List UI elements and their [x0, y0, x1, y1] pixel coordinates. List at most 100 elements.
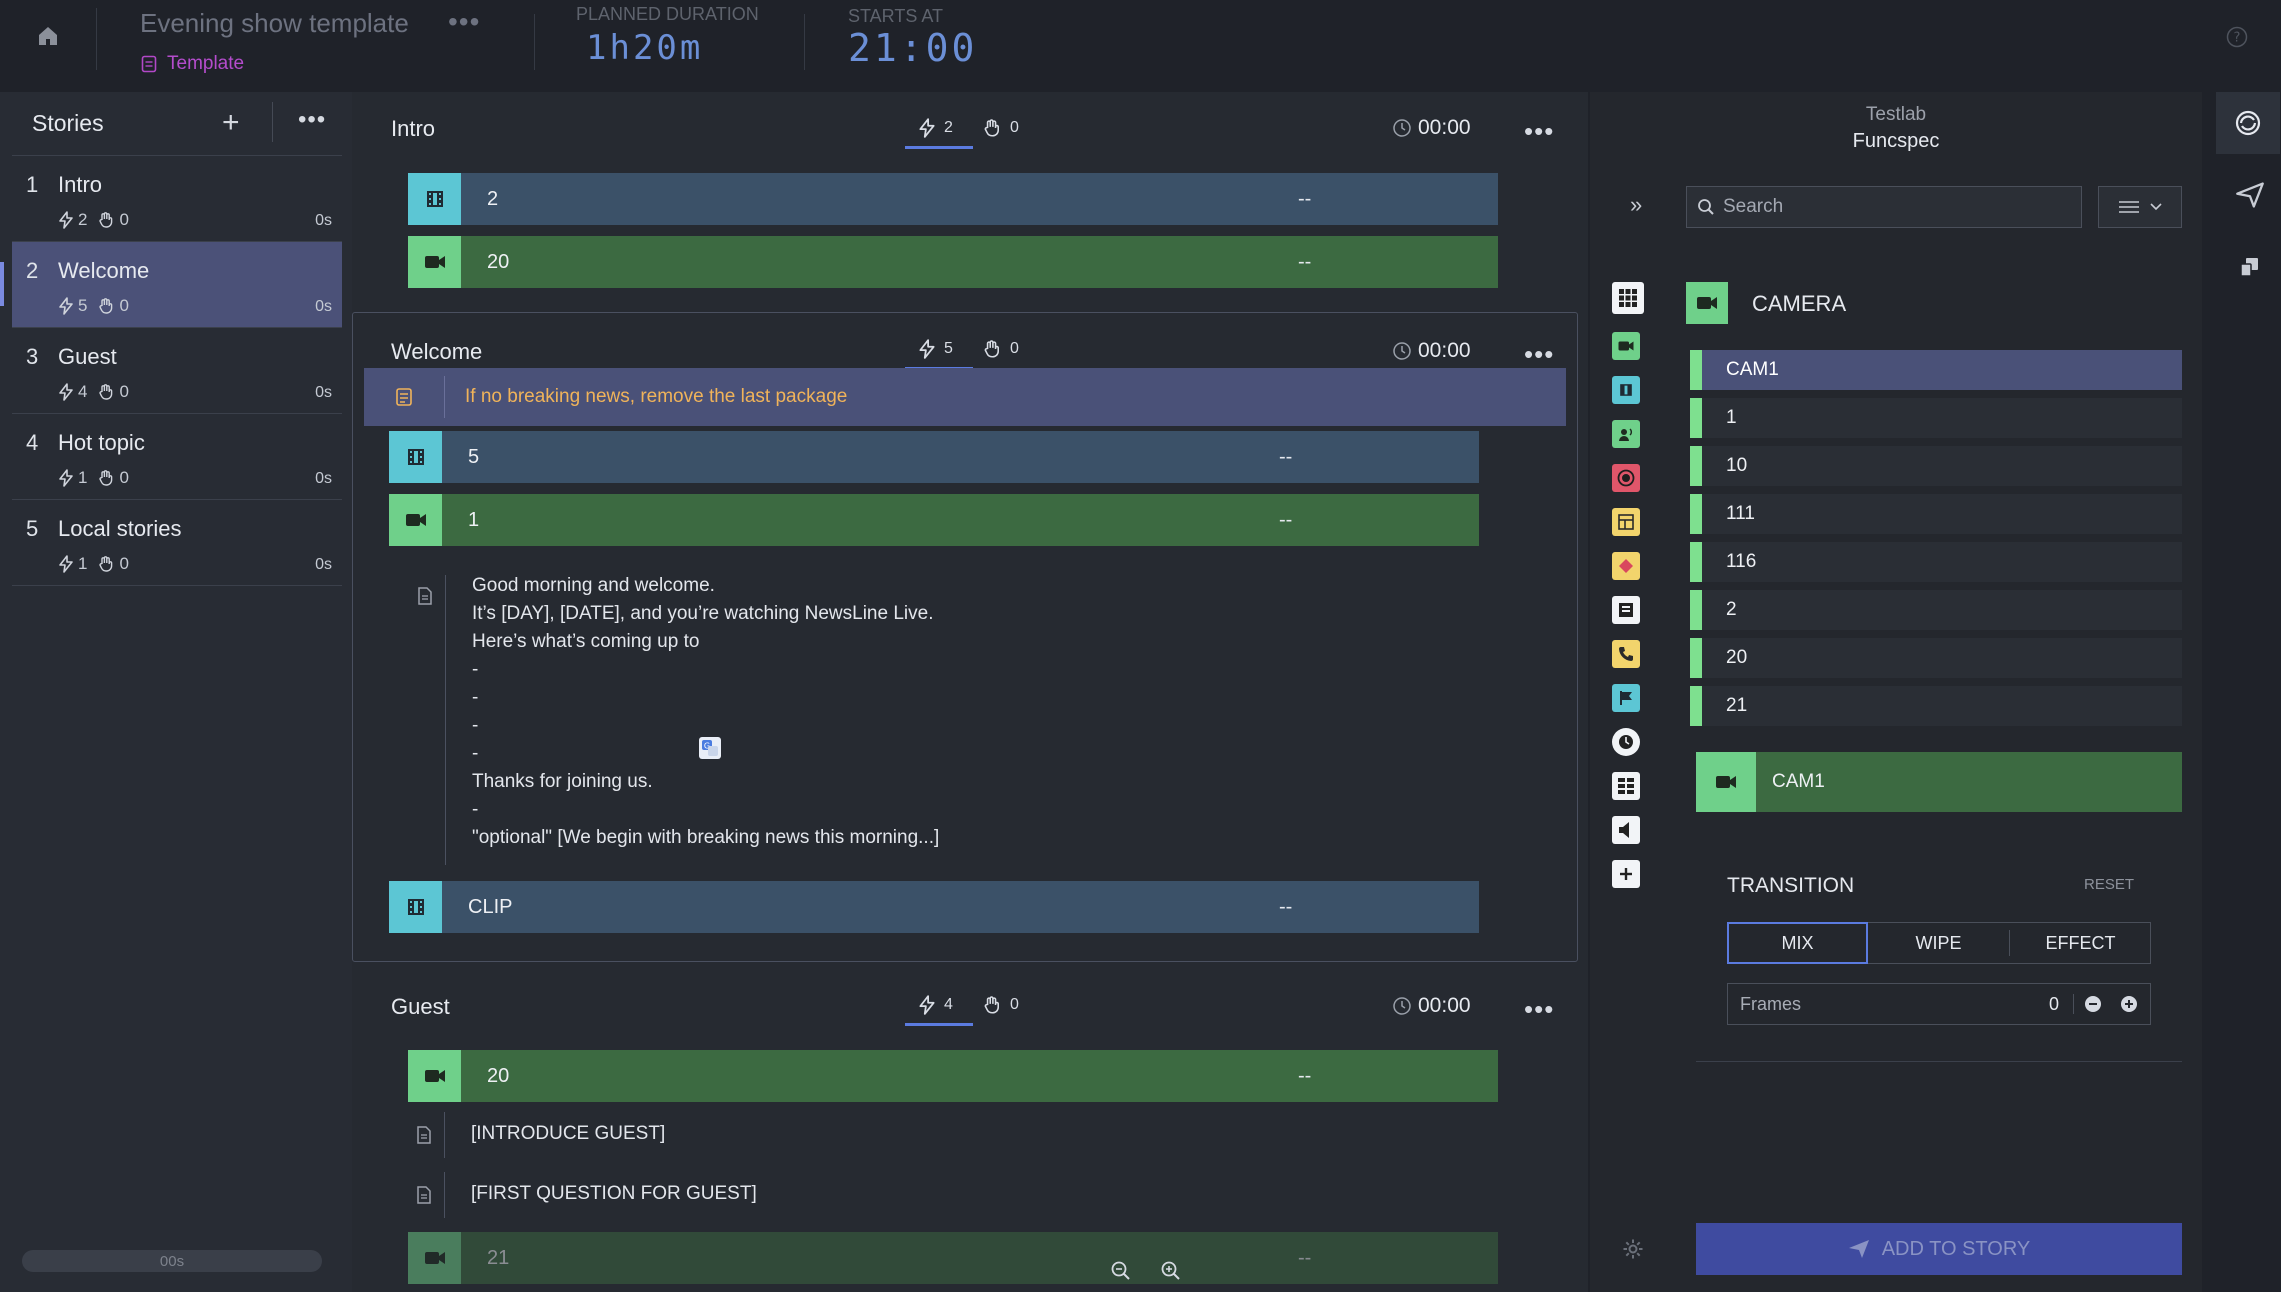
sources-tab[interactable]	[2216, 92, 2280, 154]
intro-bolt-tab[interactable]: 2	[918, 118, 953, 138]
welcome-clip-row[interactable]: 5 --	[389, 431, 1479, 483]
list-view-dropdown[interactable]	[2098, 186, 2182, 228]
template-link[interactable]: Template	[141, 53, 244, 75]
camera-item[interactable]: 21	[1690, 686, 2182, 726]
clip-category-icon[interactable]	[1612, 376, 1640, 404]
guest-hand-tab[interactable]: 0	[982, 995, 1019, 1015]
guest-bolt-tab[interactable]: 4	[918, 995, 953, 1015]
search-input[interactable]: Search	[1686, 186, 2082, 228]
layout-icon[interactable]	[1612, 508, 1640, 536]
row-duration: --	[1279, 895, 1293, 918]
wipe-button[interactable]: WIPE	[1868, 922, 2009, 964]
script-line[interactable]: -	[472, 715, 478, 737]
effect-button[interactable]: EFFECT	[2010, 922, 2151, 964]
script-line[interactable]: "optional" [We begin with breaking news …	[472, 827, 939, 849]
story-item-guest[interactable]: 3 Guest 4 0 0s	[12, 328, 342, 414]
frames-field[interactable]: Frames 0	[1727, 983, 2151, 1025]
collapse-icon[interactable]: »	[1630, 192, 1642, 218]
note-text: If no breaking news, remove the last pac…	[465, 386, 848, 407]
script-line[interactable]: Thanks for joining us.	[472, 771, 653, 793]
story-item-intro[interactable]: 1 Intro 2 0 0s	[12, 156, 342, 242]
welcome-bolt-tab[interactable]: 5	[918, 339, 953, 359]
story-title: Local stories	[58, 516, 182, 541]
script-line[interactable]: Good morning and welcome.	[472, 575, 715, 597]
script-line[interactable]: Here’s what’s coming up to	[472, 631, 699, 653]
bolt-icon	[59, 383, 73, 401]
camera-item[interactable]: 116	[1690, 542, 2182, 582]
hand-count: 0	[119, 382, 129, 401]
help-icon[interactable]: ?	[2226, 26, 2248, 48]
intro-hand-tab[interactable]: 0	[982, 118, 1019, 138]
transition-title: TRANSITION	[1727, 874, 1855, 897]
home-icon[interactable]	[36, 24, 60, 48]
script-line[interactable]: [INTRODUCE GUEST]	[471, 1123, 665, 1145]
script-line[interactable]: -	[472, 659, 478, 681]
tab-underline	[905, 146, 973, 149]
reset-button[interactable]: RESET	[2084, 876, 2134, 893]
story-item-hot-topic[interactable]: 4 Hot topic 1 0 0s	[12, 414, 342, 500]
planned-duration-label: PLANNED DURATION	[576, 4, 759, 24]
timer-icon[interactable]	[1612, 728, 1640, 756]
zoom-out-icon[interactable]	[1110, 1260, 1132, 1282]
film-icon	[389, 881, 442, 933]
search-icon	[1698, 199, 1714, 215]
selected-camera-card[interactable]: CAM1	[1696, 752, 2182, 812]
graphics-icon[interactable]	[1612, 596, 1640, 624]
show-title[interactable]: Evening show template	[140, 8, 409, 39]
camera-item[interactable]: 1	[1690, 398, 2182, 438]
script-line[interactable]: -	[472, 799, 478, 821]
welcome-clip2-row[interactable]: CLIP --	[389, 881, 1479, 933]
welcome-camera-row[interactable]: 1 --	[389, 494, 1479, 546]
camera-item[interactable]: 20	[1690, 638, 2182, 678]
starts-at-value: 21:00	[848, 26, 978, 70]
intro-camera-row[interactable]: 20 --	[408, 236, 1498, 288]
flag-icon[interactable]	[1612, 684, 1640, 712]
script-line[interactable]: -	[472, 743, 478, 765]
guest-camera2-row[interactable]: 21 --	[408, 1232, 1498, 1284]
phone-icon[interactable]	[1612, 640, 1640, 668]
welcome-hand-tab[interactable]: 0	[982, 339, 1019, 359]
guest-more-icon[interactable]: •••	[1524, 996, 1554, 1022]
multiview-icon[interactable]	[1612, 772, 1640, 800]
show-more-icon[interactable]: •••	[448, 6, 480, 38]
stack-icon[interactable]	[2238, 256, 2260, 278]
camera-item[interactable]: 10	[1690, 446, 2182, 486]
mix-button[interactable]: MIX	[1727, 922, 1868, 964]
script-line[interactable]: It’s [DAY], [DATE], and you’re watching …	[472, 603, 933, 625]
intro-more-icon[interactable]: •••	[1524, 118, 1554, 144]
audio-icon[interactable]	[1612, 816, 1640, 844]
add-category-icon[interactable]	[1612, 860, 1640, 888]
camera-item[interactable]: 111	[1690, 494, 2182, 534]
intro-clip-row[interactable]: 2 --	[408, 173, 1498, 225]
script-line[interactable]: -	[472, 687, 478, 709]
send-icon[interactable]	[2236, 182, 2264, 208]
welcome-more-icon[interactable]: •••	[1524, 341, 1554, 367]
settings-icon[interactable]	[1622, 1238, 1644, 1260]
live-speaker-icon[interactable]	[1612, 420, 1640, 448]
guest-camera-row[interactable]: 20 --	[408, 1050, 1498, 1102]
add-to-story-button[interactable]: ADD TO STORY	[1696, 1223, 2182, 1275]
story-duration: 0s	[315, 556, 332, 573]
row-duration: --	[1298, 1246, 1312, 1269]
add-story-icon[interactable]: +	[222, 108, 240, 138]
document-icon	[415, 1125, 433, 1145]
grid-icon[interactable]	[1612, 282, 1644, 314]
script-line[interactable]: [FIRST QUESTION FOR GUEST]	[471, 1183, 757, 1205]
hand-count: 0	[119, 468, 129, 487]
row-label: CLIP	[468, 895, 513, 918]
record-icon[interactable]	[1612, 464, 1640, 492]
translate-icon[interactable]: G	[699, 737, 721, 759]
story-item-local-stories[interactable]: 5 Local stories 1 0 0s	[12, 500, 342, 586]
camera-icon	[408, 1232, 461, 1284]
camera-item[interactable]: 2	[1690, 590, 2182, 630]
camera-item[interactable]: CAM1	[1690, 350, 2182, 390]
note-row[interactable]: If no breaking news, remove the last pac…	[364, 368, 1566, 426]
zoom-in-icon[interactable]	[1160, 1260, 1182, 1282]
camera-category-icon[interactable]	[1612, 332, 1640, 360]
welcome-section: Welcome 5 0 00:00 ••• If no breaking new…	[352, 312, 1578, 962]
story-item-welcome[interactable]: 2 Welcome 5 0 0s	[0, 242, 342, 328]
hand-icon	[984, 340, 999, 358]
bolt-icon	[59, 297, 73, 315]
transition-category-icon[interactable]	[1612, 552, 1640, 580]
stories-more-icon[interactable]: •••	[298, 106, 326, 134]
